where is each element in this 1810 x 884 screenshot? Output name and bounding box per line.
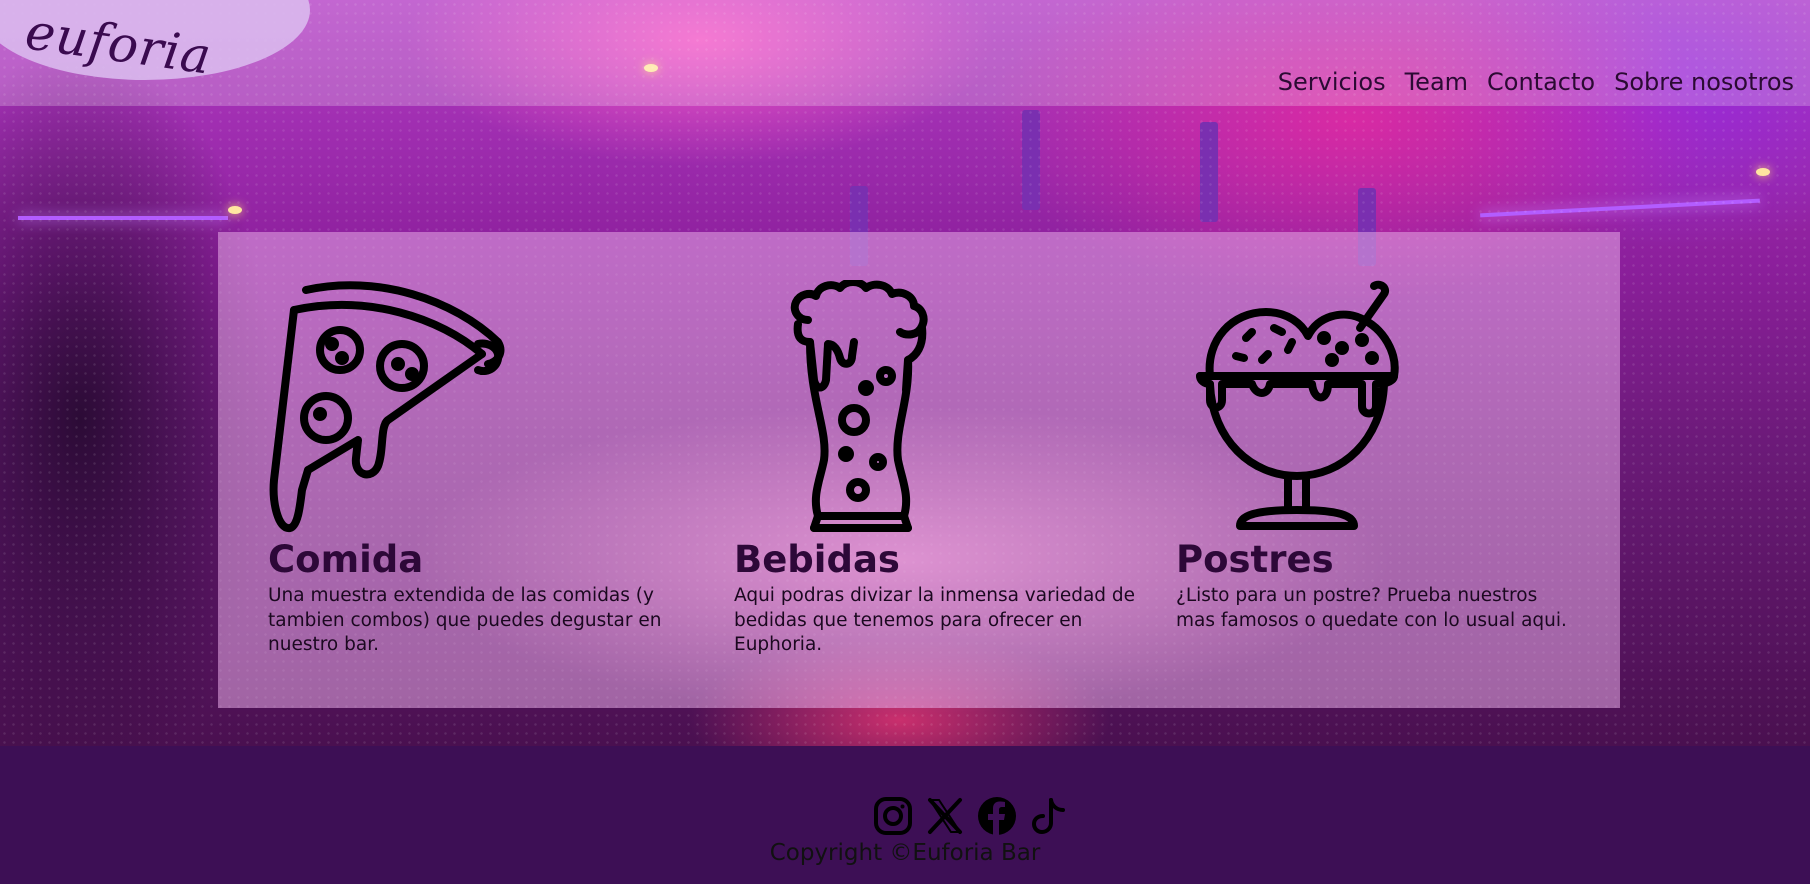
neon-light-strip — [1480, 198, 1760, 218]
service-title: Bebidas — [734, 538, 900, 581]
copyright-text: Copyright ©Euforia Bar — [769, 840, 1041, 866]
services-panel: Comida Una muestra extendida de las comi… — [218, 232, 1620, 708]
x-icon[interactable] — [925, 796, 965, 836]
site-header: euforia Servicios Team Contacto Sobre no… — [0, 0, 1810, 106]
beer-glass-icon — [790, 280, 928, 532]
ice-cream-bowl-icon — [1196, 280, 1399, 530]
neon-light-strip — [18, 216, 228, 220]
nav-link-servicios[interactable]: Servicios — [1278, 68, 1386, 96]
ceiling-light — [228, 206, 242, 214]
service-description: Una muestra extendida de las comidas (y … — [268, 585, 662, 655]
service-description: Aqui podras divizar la inmensa variedad … — [734, 585, 1136, 655]
main-nav: Servicios Team Contacto Sobre nosotros — [1278, 68, 1794, 96]
instagram-icon[interactable] — [873, 796, 913, 836]
ceiling-light — [1756, 168, 1770, 176]
pendant-lamp — [1022, 110, 1040, 210]
nav-link-sobre-nosotros[interactable]: Sobre nosotros — [1614, 68, 1794, 96]
facebook-icon[interactable] — [977, 796, 1017, 836]
service-description: ¿Listo para un postre? Prueba nuestros m… — [1176, 585, 1567, 631]
social-links — [873, 796, 1069, 836]
service-title: Comida — [268, 538, 424, 581]
pizza-slice-icon — [269, 281, 505, 532]
tiktok-icon[interactable] — [1029, 796, 1069, 836]
service-title: Postres — [1176, 538, 1334, 581]
nav-link-team[interactable]: Team — [1405, 68, 1468, 96]
pendant-lamp — [1200, 122, 1218, 222]
nav-link-contacto[interactable]: Contacto — [1487, 68, 1595, 96]
